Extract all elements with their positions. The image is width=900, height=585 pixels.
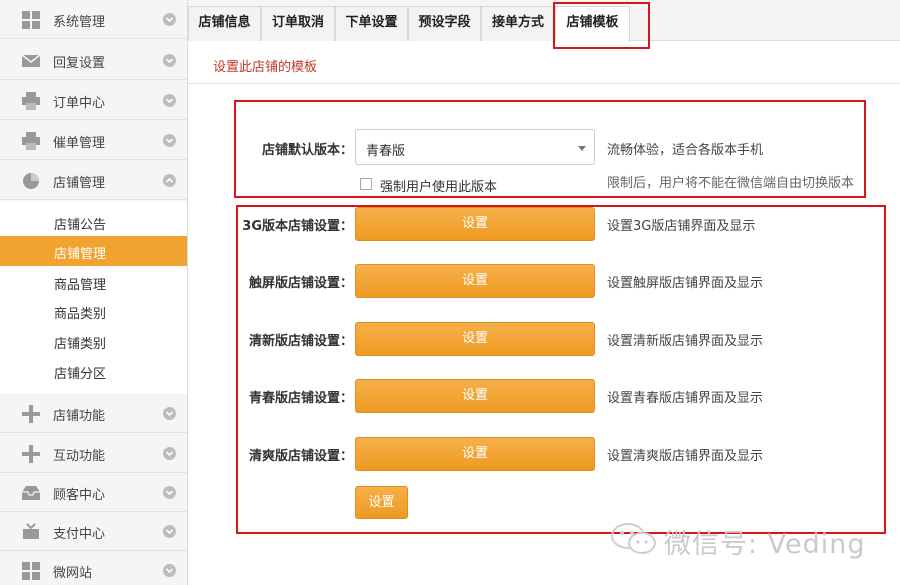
setting-hint-touch: 设置触屏版店铺界面及显示 (607, 276, 764, 291)
sidebar-item-label: 系统管理 (53, 15, 106, 30)
sidebar-item-label: 顾客中心 (53, 488, 106, 503)
setting-label-crisp: 清爽版店铺设置： (248, 449, 353, 464)
save-button[interactable]: 设置 (355, 486, 408, 519)
submenu-item-announcement[interactable]: 店铺公告 (0, 207, 187, 237)
chevron-up-icon[interactable] (163, 174, 176, 187)
submenu-item-label: 商品管理 (54, 278, 107, 293)
setting-hint-fresh: 设置清新版店铺界面及显示 (607, 334, 764, 349)
chevron-down-icon[interactable] (163, 486, 176, 499)
sidebar-item-orders[interactable]: 订单中心 (0, 81, 187, 120)
tray-icon (23, 523, 39, 539)
submenu-item-store-categories[interactable]: 店铺类别 (0, 326, 187, 356)
chevron-down-icon[interactable] (163, 447, 176, 460)
force-version-label[interactable]: 强制用户使用此版本 (380, 176, 497, 195)
printer-icon (22, 132, 40, 150)
tab-order-method[interactable]: 接单方式 (481, 6, 555, 41)
sidebar-item-system[interactable]: 系统管理 (0, 0, 187, 39)
sidebar-item-label: 互动功能 (53, 449, 106, 464)
plus-icon (22, 445, 40, 463)
sidebar-item-label: 回复设置 (53, 56, 106, 71)
pie-chart-icon (23, 173, 39, 189)
chevron-down-icon[interactable] (163, 54, 176, 67)
tab-order-cancel[interactable]: 订单取消 (261, 6, 335, 41)
submenu-item-label: 店铺管理 (54, 247, 107, 262)
setting-button-fresh[interactable]: 设置 (355, 322, 595, 356)
sidebar-item-reply[interactable]: 回复设置 (0, 41, 187, 80)
watermark-text: 微信号: Veding (664, 529, 866, 560)
setting-hint-youth: 设置青春版店铺界面及显示 (607, 391, 764, 406)
sidebar-item-label: 支付中心 (53, 527, 106, 542)
sidebar-item-store-management[interactable]: 店铺管理 (0, 161, 187, 200)
store-submenu: 店铺公告 店铺管理 商品管理 商品类别 店铺类别 店铺分区 (0, 202, 187, 396)
submenu-item-product-categories[interactable]: 商品类别 (0, 296, 187, 326)
chevron-down-icon[interactable] (163, 94, 176, 107)
submenu-item-label: 店铺分区 (54, 367, 107, 382)
submenu-item-label: 店铺公告 (54, 218, 107, 233)
sidebar-item-label: 微网站 (53, 566, 93, 581)
sidebar-item-label: 催单管理 (53, 136, 106, 151)
printer-icon (22, 92, 40, 110)
default-version-label: 店铺默认版本： (261, 143, 353, 158)
sidebar-item-customers[interactable]: 顾客中心 (0, 473, 187, 512)
setting-button-crisp[interactable]: 设置 (355, 437, 595, 471)
sidebar-item-microsite[interactable]: 微网站 (0, 551, 187, 585)
grid-icon (22, 562, 40, 580)
setting-label-3g: 3G版本店铺设置： (242, 219, 353, 234)
caret-down-icon (578, 146, 586, 151)
setting-label-fresh: 清新版店铺设置： (248, 334, 353, 349)
sidebar: 系统管理 回复设置 订单中心 催单管理 店铺管理 店铺公告 店铺管理 商品管理 … (0, 0, 188, 585)
chevron-down-icon[interactable] (163, 13, 176, 26)
envelope-icon (22, 54, 40, 67)
setting-button-youth[interactable]: 设置 (355, 379, 595, 413)
setting-hint-crisp: 设置清爽版店铺界面及显示 (607, 449, 764, 464)
sidebar-item-label: 店铺功能 (53, 409, 106, 424)
sidebar-item-store-features[interactable]: 店铺功能 (0, 394, 187, 433)
sidebar-item-payment[interactable]: 支付中心 (0, 512, 187, 551)
highlight-box (236, 205, 886, 534)
chevron-down-icon[interactable] (163, 525, 176, 538)
force-version-checkbox[interactable] (360, 178, 372, 190)
setting-button-3g[interactable]: 设置 (355, 207, 595, 241)
tab-bar: 店铺信息 订单取消 下单设置 预设字段 接单方式 店铺模板 (188, 0, 900, 42)
tab-store-info[interactable]: 店铺信息 (188, 6, 261, 41)
grid-icon (22, 11, 40, 29)
sidebar-item-reminders[interactable]: 催单管理 (0, 121, 187, 160)
wechat-icon (611, 523, 656, 554)
submenu-item-store-zones[interactable]: 店铺分区 (0, 356, 187, 386)
sidebar-item-interaction[interactable]: 互动功能 (0, 434, 187, 473)
submenu-item-products[interactable]: 商品管理 (0, 267, 187, 297)
version-hint: 流畅体验，适合各版本手机 (607, 143, 764, 158)
version-select[interactable]: 青春版 (355, 129, 595, 165)
submenu-item-label: 店铺类别 (54, 337, 107, 352)
chevron-down-icon[interactable] (163, 134, 176, 147)
submenu-item-label: 商品类别 (54, 307, 107, 322)
tab-preset-fields[interactable]: 预设字段 (408, 6, 481, 41)
sidebar-item-label: 订单中心 (53, 96, 106, 111)
submenu-item-store-management[interactable]: 店铺管理 (0, 236, 187, 266)
setting-label-touch: 触屏版店铺设置： (248, 276, 353, 291)
force-version-hint: 限制后，用户将不能在微信端自由切换版本 (607, 176, 855, 191)
chevron-down-icon[interactable] (163, 407, 176, 420)
tab-order-settings[interactable]: 下单设置 (335, 6, 408, 41)
page-hint: 设置此店铺的模板 (213, 60, 318, 75)
sidebar-item-label: 店铺管理 (53, 176, 106, 191)
setting-hint-3g: 设置3G版店铺界面及显示 (607, 219, 756, 234)
plus-icon (22, 405, 40, 423)
version-select-value: 青春版 (366, 144, 406, 159)
setting-button-touch[interactable]: 设置 (355, 264, 595, 298)
setting-label-youth: 青春版店铺设置： (248, 391, 353, 406)
divider (188, 83, 900, 84)
inbox-icon (22, 486, 40, 500)
chevron-down-icon[interactable] (163, 564, 176, 577)
highlight-box (553, 2, 650, 49)
